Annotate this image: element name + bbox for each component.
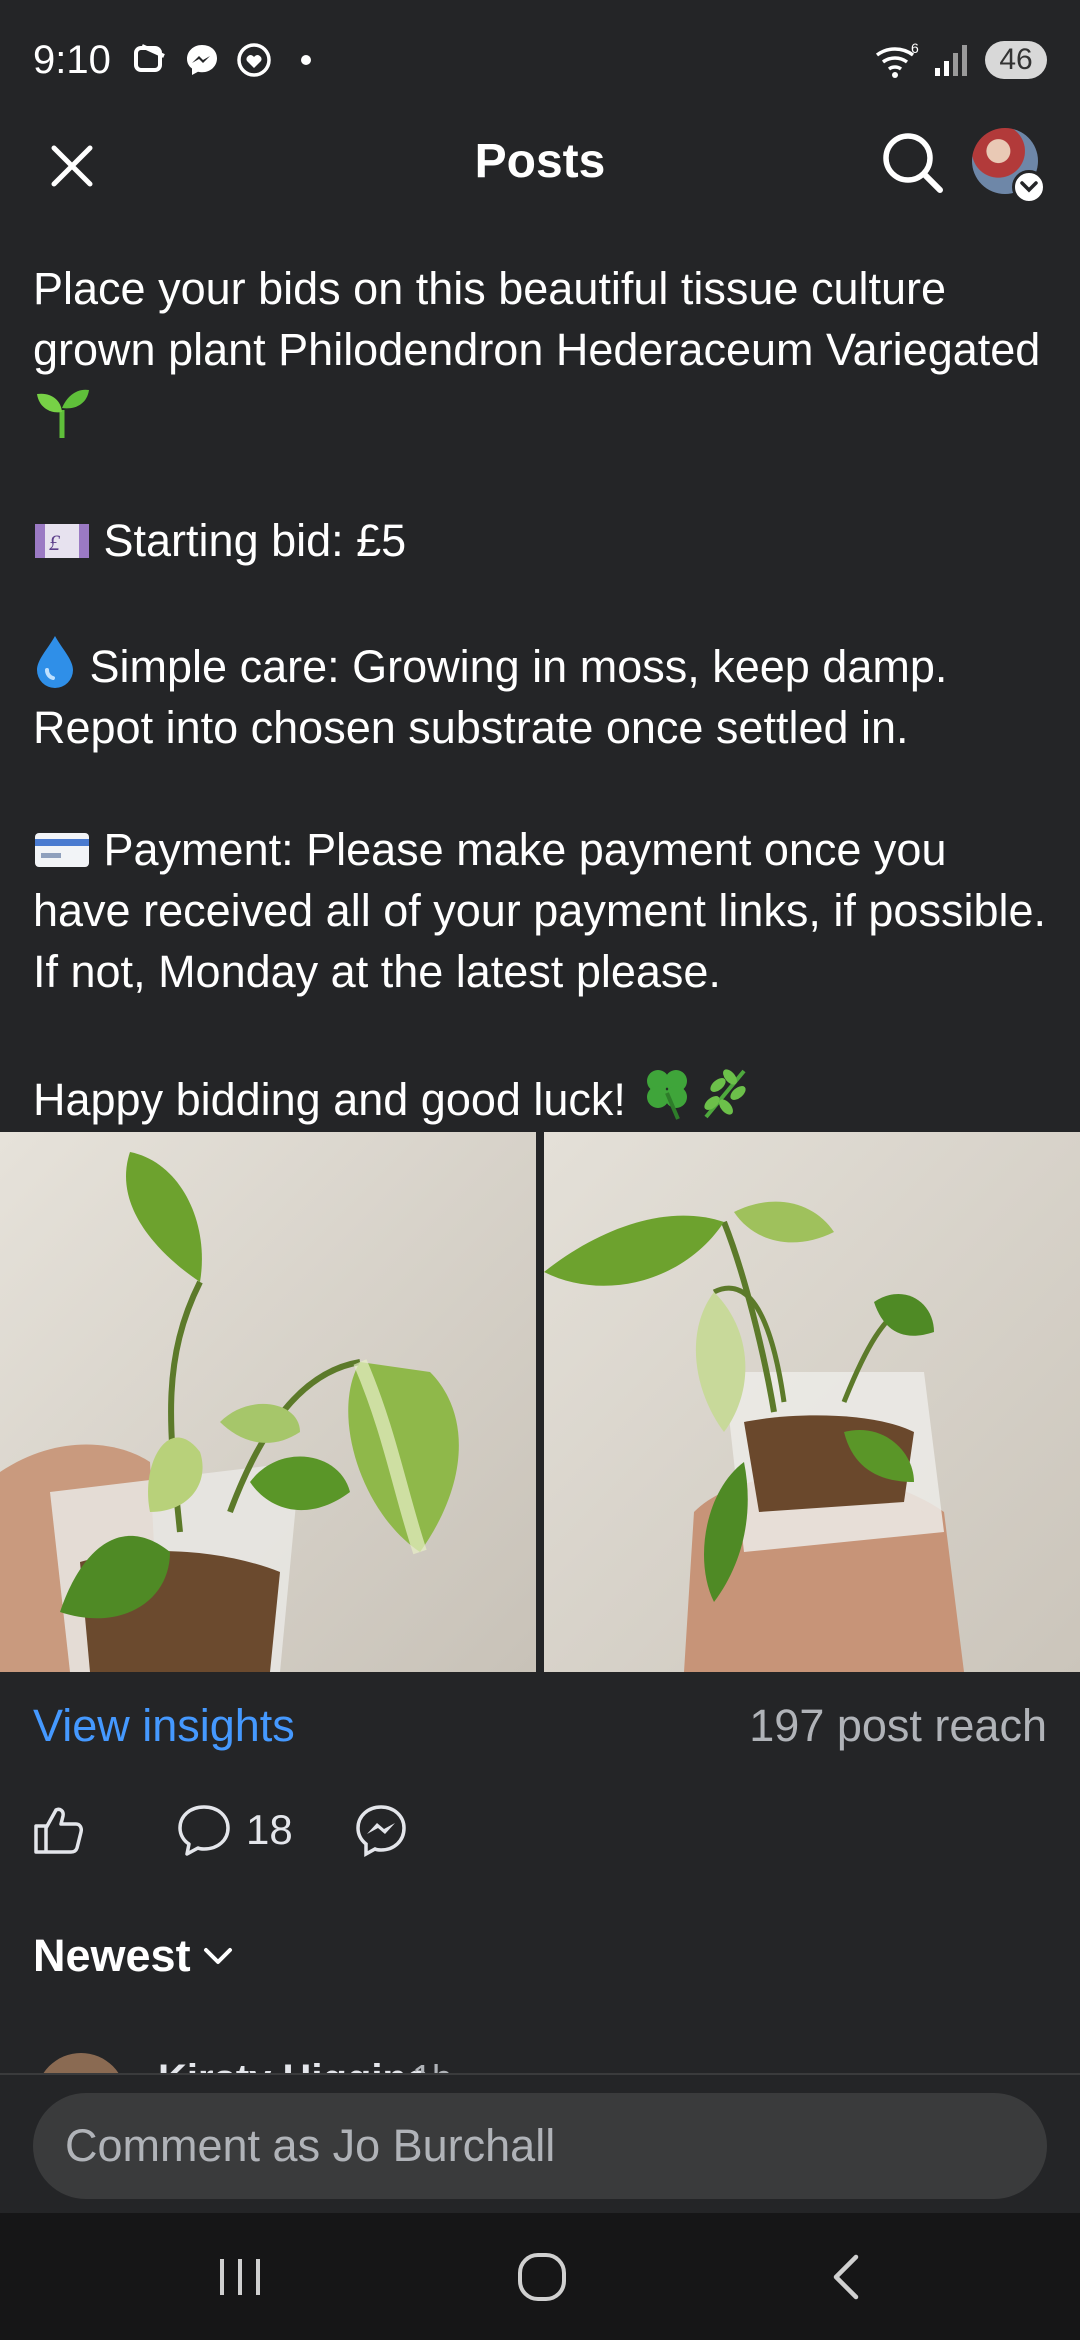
droplet-icon [33,632,77,688]
comment-sort-dropdown[interactable]: Newest [33,1930,235,1982]
heart-shield-icon [235,41,273,79]
send-in-messenger-button[interactable] [353,1795,409,1865]
messenger-share-icon [355,1805,406,1857]
wifi-label: 6 [911,41,919,56]
notification-stack-icon [131,41,169,79]
plant-photo-right[interactable] [544,1132,1080,1672]
recents-icon [220,2259,260,2295]
post-paragraph-payment: Payment: Please make payment once you ha… [33,824,1047,997]
comment-count: 18 [246,1806,293,1853]
messenger-icon [183,41,221,79]
sort-label: Newest [33,1930,191,1981]
post-paragraph-care: Simple care: Growing in moss, keep damp.… [33,632,1053,758]
home-icon [518,2253,566,2301]
status-time: 9:10 [33,37,111,82]
post-text: Place your bids on this beautiful tissue… [33,258,1053,1130]
dot-icon [287,41,325,79]
comment-input[interactable] [33,2093,1047,2199]
plant-photo-left[interactable] [0,1132,536,1672]
wifi-icon: 6 [873,41,921,79]
top-app-bar: Posts [0,120,1080,210]
post-paragraph-intro: Place your bids on this beautiful tissue… [33,258,1053,449]
commenter-avatar [36,2053,126,2073]
search-button[interactable] [878,128,948,198]
pound-banknote-icon: £ [33,516,91,566]
comment-button[interactable]: 18 [176,1795,293,1865]
chevron-down-icon [203,1948,232,1964]
search-icon [883,133,943,193]
like-icon [34,1807,83,1854]
shamrock-icon [638,1063,696,1120]
home-button[interactable] [512,2249,572,2305]
battery-indicator: 46 [985,41,1047,79]
post-actions: 18 [30,1795,409,1865]
signal-bars-icon [933,41,973,79]
comment-item[interactable]: Kirsty Higgins 1h [0,2045,1080,2073]
post-photos [0,1132,1080,1672]
svg-text:£: £ [49,530,61,555]
seedling-icon [33,380,91,438]
back-button[interactable] [818,2249,878,2305]
comment-icon [178,1805,230,1856]
insights-row: View insights 197 post reach [33,1696,1047,1756]
status-bar: 9:10 6 46 [0,0,1080,120]
credit-card-icon [33,825,91,875]
commenter-name: Kirsty Higgins [158,2057,429,2073]
chevron-down-icon [1012,170,1046,204]
herb-icon [696,1063,754,1119]
view-insights-link[interactable]: View insights [33,1700,295,1752]
back-icon [833,2254,859,2300]
post-reach: 197 post reach [749,1700,1047,1751]
post-paragraph-starting-bid: £ Starting bid: £5 [33,510,1053,571]
like-button[interactable] [30,1795,90,1865]
system-nav-bar [0,2213,1080,2340]
comment-time: 1h [412,2057,452,2073]
post-paragraph-closing: Happy bidding and good luck! [33,1063,1053,1130]
profile-switcher-button[interactable] [972,128,1046,204]
comment-composer [0,2073,1080,2213]
recents-button[interactable] [210,2249,270,2305]
